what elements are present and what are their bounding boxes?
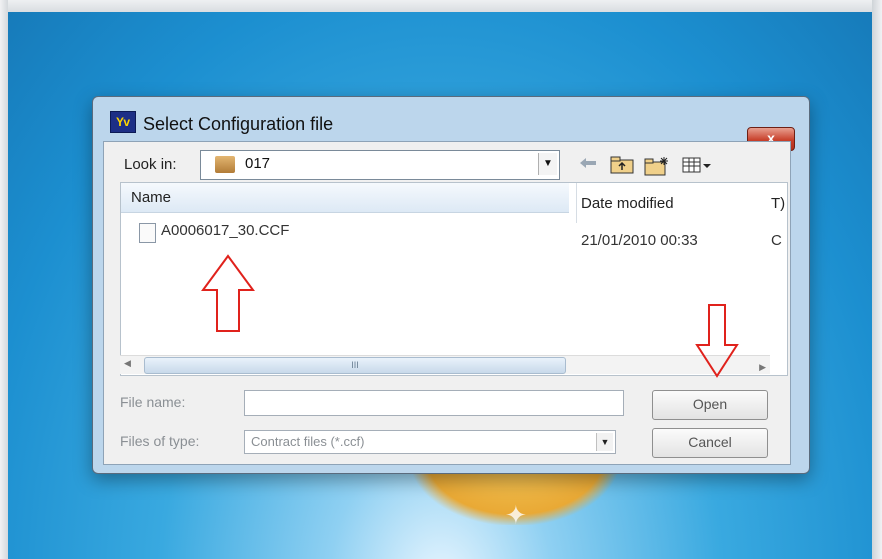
file-type-value: Contract files (*.ccf) [251, 434, 365, 449]
wallpaper-sparkle: ✦ [505, 500, 527, 530]
chevron-down-icon[interactable]: ▼ [538, 153, 557, 175]
screen-bezel-left [0, 0, 8, 559]
look-in-dropdown[interactable]: 017 ▼ [200, 150, 560, 180]
file-name-input[interactable] [244, 390, 624, 416]
horizontal-scrollbar[interactable]: ◀ III ▶ [120, 355, 770, 374]
column-header-date[interactable]: Date modified [581, 195, 674, 212]
back-arrow-icon[interactable] [578, 156, 598, 175]
screen-bezel-right [872, 0, 882, 559]
look-in-value: 017 [245, 155, 271, 172]
up-arrow-annotation-icon [201, 254, 255, 332]
down-arrow-annotation-icon [695, 304, 739, 378]
file-type-label: Files of type: [120, 433, 200, 449]
folder-icon [215, 156, 235, 173]
file-icon [139, 223, 156, 243]
column-divider [576, 183, 577, 223]
scroll-left-icon[interactable]: ◀ [124, 358, 131, 369]
file-name[interactable]: A0006017_30.CCF [161, 222, 289, 239]
dialog-title: Select Configuration file [143, 114, 334, 134]
file-date: 21/01/2010 00:33 [581, 232, 698, 249]
view-menu-icon[interactable] [682, 156, 712, 179]
app-icon: Yv [110, 111, 136, 133]
cancel-button[interactable]: Cancel [652, 428, 768, 458]
scroll-right-icon[interactable]: ▶ [759, 362, 766, 373]
new-folder-icon[interactable] [644, 156, 670, 181]
column-header-name[interactable]: Name [121, 183, 569, 213]
file-name-label: File name: [120, 394, 186, 410]
scrollbar-thumb[interactable]: III [144, 357, 566, 374]
chevron-down-icon[interactable]: ▼ [596, 433, 613, 451]
up-folder-icon[interactable] [610, 156, 634, 179]
screen-bezel-top [0, 0, 882, 12]
look-in-label: Look in: [124, 156, 177, 173]
open-button[interactable]: Open [652, 390, 768, 420]
column-header-type[interactable]: T) [771, 195, 785, 212]
file-type-dropdown[interactable]: Contract files (*.ccf) ▼ [244, 430, 616, 454]
file-type: C [771, 232, 782, 249]
